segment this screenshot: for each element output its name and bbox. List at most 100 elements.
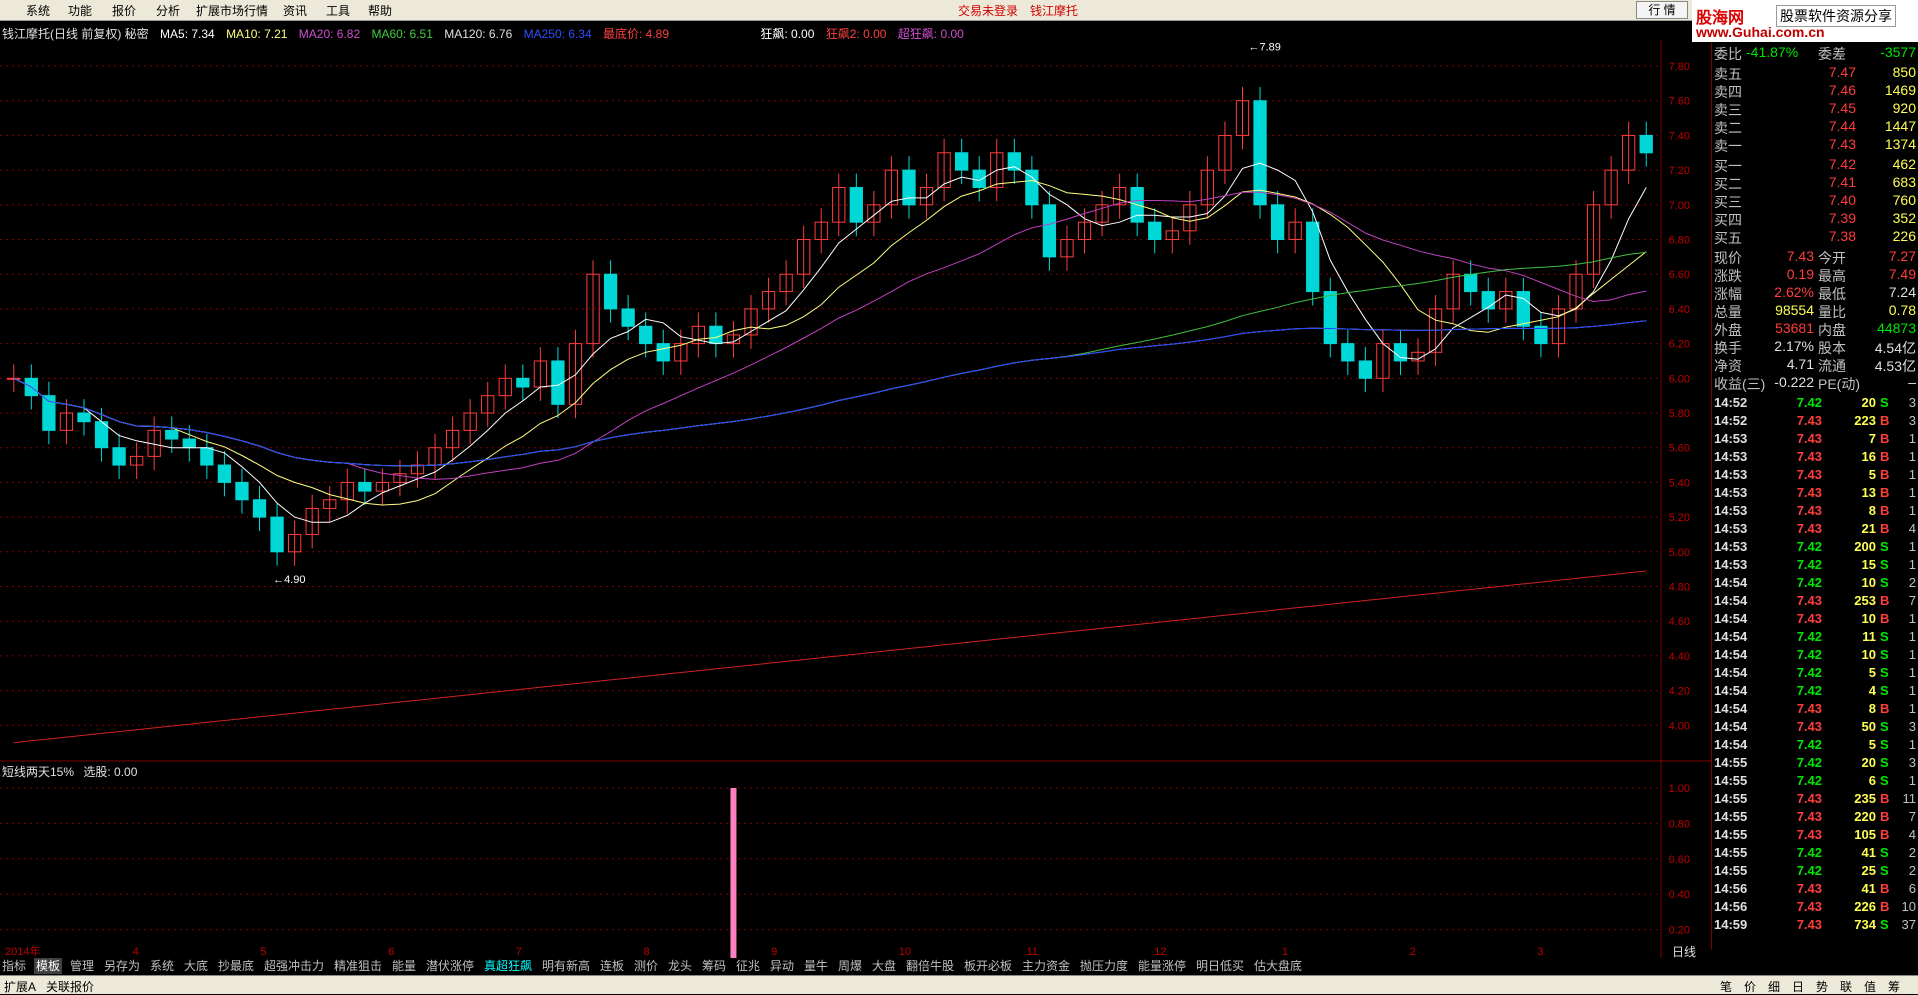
expand-a-tab[interactable]: 扩展A bbox=[4, 978, 36, 995]
side-tab[interactable]: 联 bbox=[1840, 978, 1852, 995]
indicator-tab[interactable]: 测价 bbox=[632, 958, 660, 974]
tick-row: 14:54 7.42 10 S 1 bbox=[1714, 646, 1917, 664]
tick-side: S bbox=[1880, 557, 1889, 572]
x-tick-label: 11 bbox=[1027, 946, 1038, 958]
tick-side: S bbox=[1880, 755, 1889, 770]
candle-down bbox=[1639, 134, 1653, 154]
tick-count: 3 bbox=[1908, 413, 1916, 428]
indicator-tab[interactable]: 龙头 bbox=[666, 958, 694, 974]
ask-row[interactable]: 卖三 7.45 920 bbox=[1714, 98, 1917, 118]
candle-down bbox=[1042, 204, 1057, 258]
stat-value: 7.27 bbox=[1888, 248, 1916, 264]
indicator-tab[interactable]: 抄最底 bbox=[216, 958, 256, 974]
indicator-tab[interactable]: 异动 bbox=[768, 958, 796, 974]
indicator-tab[interactable]: 筹码 bbox=[700, 958, 728, 974]
tick-side: B bbox=[1880, 611, 1890, 626]
trade-login-status[interactable]: 交易未登录 bbox=[958, 2, 1018, 19]
side-tab[interactable]: 细 bbox=[1768, 978, 1780, 995]
sub-y-tick-label: 0.80 bbox=[1669, 818, 1690, 830]
menu-tools[interactable]: 工具 bbox=[326, 2, 350, 19]
tick-price: 7.42 bbox=[1796, 395, 1822, 410]
low-annotation: ←4.90 bbox=[273, 574, 305, 586]
indicator-tab[interactable]: 抛压力度 bbox=[1078, 958, 1130, 974]
side-tab[interactable]: 筹 bbox=[1888, 978, 1900, 995]
indicator-tab[interactable]: 系统 bbox=[148, 958, 176, 974]
menu-help[interactable]: 帮助 bbox=[368, 2, 392, 19]
tick-time: 14:54 bbox=[1714, 665, 1748, 680]
side-tab[interactable]: 日 bbox=[1792, 978, 1804, 995]
bid-row[interactable]: 买三 7.40 760 bbox=[1714, 190, 1917, 210]
indicator-tab[interactable]: 大盘 bbox=[870, 958, 898, 974]
bid-price: 7.42 bbox=[1828, 156, 1856, 172]
indicator-tab[interactable]: 征兆 bbox=[734, 958, 762, 974]
sub-y-tick-label: 0.60 bbox=[1669, 854, 1690, 866]
candlestick-chart[interactable]: 7.80 7.60 7.40 7.20 7.00 6.80 6.60 6.40 6.20 6.00… bbox=[0, 40, 1711, 975]
ma20-line bbox=[13, 191, 1647, 480]
indicator-tab[interactable]: 大底 bbox=[182, 958, 210, 974]
side-tab[interactable]: 势 bbox=[1816, 978, 1828, 995]
indicator-tab[interactable]: 明有新高 bbox=[540, 958, 592, 974]
tick-time: 14:55 bbox=[1714, 809, 1748, 824]
menu-analysis[interactable]: 分析 bbox=[156, 2, 180, 19]
bid-row[interactable]: 买一 7.42 462 bbox=[1714, 154, 1917, 174]
tick-volume: 253 bbox=[1854, 593, 1876, 608]
tick-row: 14:55 7.42 6 S 1 bbox=[1714, 772, 1917, 790]
indicator-tab[interactable]: 模板 bbox=[34, 958, 63, 974]
bid-row[interactable]: 买四 7.39 352 bbox=[1714, 208, 1917, 228]
tick-row: 14:59 7.43 734 S 37 bbox=[1714, 916, 1917, 934]
menu-quote[interactable]: 报价 bbox=[112, 2, 136, 19]
tick-volume: 8 bbox=[1868, 503, 1876, 518]
ma120-label: MA120: 6.76 bbox=[444, 27, 513, 41]
side-tab[interactable]: 值 bbox=[1864, 978, 1876, 995]
ask-row[interactable]: 卖一 7.43 1374 bbox=[1714, 134, 1917, 154]
bid-row[interactable]: 买五 7.38 226 bbox=[1714, 226, 1917, 246]
indicator-tab[interactable]: 连板 bbox=[598, 958, 626, 974]
sub-y-tick-label: 1.00 bbox=[1669, 783, 1690, 795]
x-tick-label: 12 bbox=[1154, 946, 1166, 958]
menu-function[interactable]: 功能 bbox=[68, 2, 92, 19]
tick-volume: 13 bbox=[1861, 485, 1876, 500]
menu-news[interactable]: 资讯 bbox=[283, 2, 307, 19]
tick-price: 7.43 bbox=[1796, 809, 1822, 824]
indicator-tab[interactable]: 明日低买 bbox=[1194, 958, 1246, 974]
tick-time: 14:52 bbox=[1714, 395, 1748, 410]
indicator-tab[interactable]: 估大盘底 bbox=[1252, 958, 1304, 974]
indicator-tab[interactable]: 翻倍牛股 bbox=[904, 958, 956, 974]
indicator-tab[interactable]: 另存为 bbox=[102, 958, 142, 974]
stat-row: 净资 4.71 流通 4.53亿 bbox=[1714, 354, 1917, 374]
tick-count: 7 bbox=[1908, 593, 1916, 608]
bid-row[interactable]: 买二 7.41 683 bbox=[1714, 172, 1917, 192]
indicator-tab[interactable]: 指标 bbox=[0, 958, 28, 974]
stat-row: 收益(三) -0.222 PE(动) – bbox=[1714, 372, 1917, 392]
bottom-bar: 扩展A 关联报价 笔价细日势联值筹 bbox=[0, 975, 1918, 994]
indicator-tab[interactable]: 能量涨停 bbox=[1136, 958, 1188, 974]
tick-count: 1 bbox=[1908, 431, 1916, 446]
indicator-tab[interactable]: 管理 bbox=[68, 958, 96, 974]
tick-price: 7.43 bbox=[1796, 593, 1822, 608]
indicator-tab[interactable]: 板开必板 bbox=[962, 958, 1014, 974]
ask-row[interactable]: 卖五 7.47 850 bbox=[1714, 62, 1917, 82]
side-tab[interactable]: 笔 bbox=[1720, 978, 1732, 995]
tick-count: 7 bbox=[1908, 809, 1916, 824]
ask-row[interactable]: 卖四 7.46 1469 bbox=[1714, 80, 1917, 100]
indicator-tab[interactable]: 周爆 bbox=[836, 958, 864, 974]
related-quote-tab[interactable]: 关联报价 bbox=[46, 978, 94, 995]
tick-row: 14:54 7.42 4 S 1 bbox=[1714, 682, 1917, 700]
menu-ext-market[interactable]: 扩展市场行情 bbox=[196, 2, 268, 19]
quote-button[interactable]: 行 情 bbox=[1636, 1, 1688, 19]
tick-time: 14:54 bbox=[1714, 719, 1748, 734]
indicator-tab[interactable]: 主力资金 bbox=[1020, 958, 1072, 974]
indicator-tab[interactable]: 量牛 bbox=[802, 958, 830, 974]
tick-side: B bbox=[1880, 485, 1890, 500]
ask-row[interactable]: 卖二 7.44 1447 bbox=[1714, 116, 1917, 136]
tick-row: 14:54 7.43 8 B 1 bbox=[1714, 700, 1917, 718]
menu-system[interactable]: 系统 bbox=[26, 2, 50, 19]
indicator-tab[interactable]: 能量 bbox=[390, 958, 418, 974]
indicator-tab[interactable]: 超强冲击力 bbox=[262, 958, 326, 974]
ask-price: 7.44 bbox=[1828, 118, 1856, 134]
indicator-tab[interactable]: 精准狙击 bbox=[332, 958, 384, 974]
indicator-tab[interactable]: 真超狂飙 bbox=[482, 958, 534, 974]
tick-price: 7.42 bbox=[1796, 575, 1822, 590]
indicator-tab[interactable]: 潜伏涨停 bbox=[424, 958, 476, 974]
side-tab[interactable]: 价 bbox=[1744, 978, 1756, 995]
